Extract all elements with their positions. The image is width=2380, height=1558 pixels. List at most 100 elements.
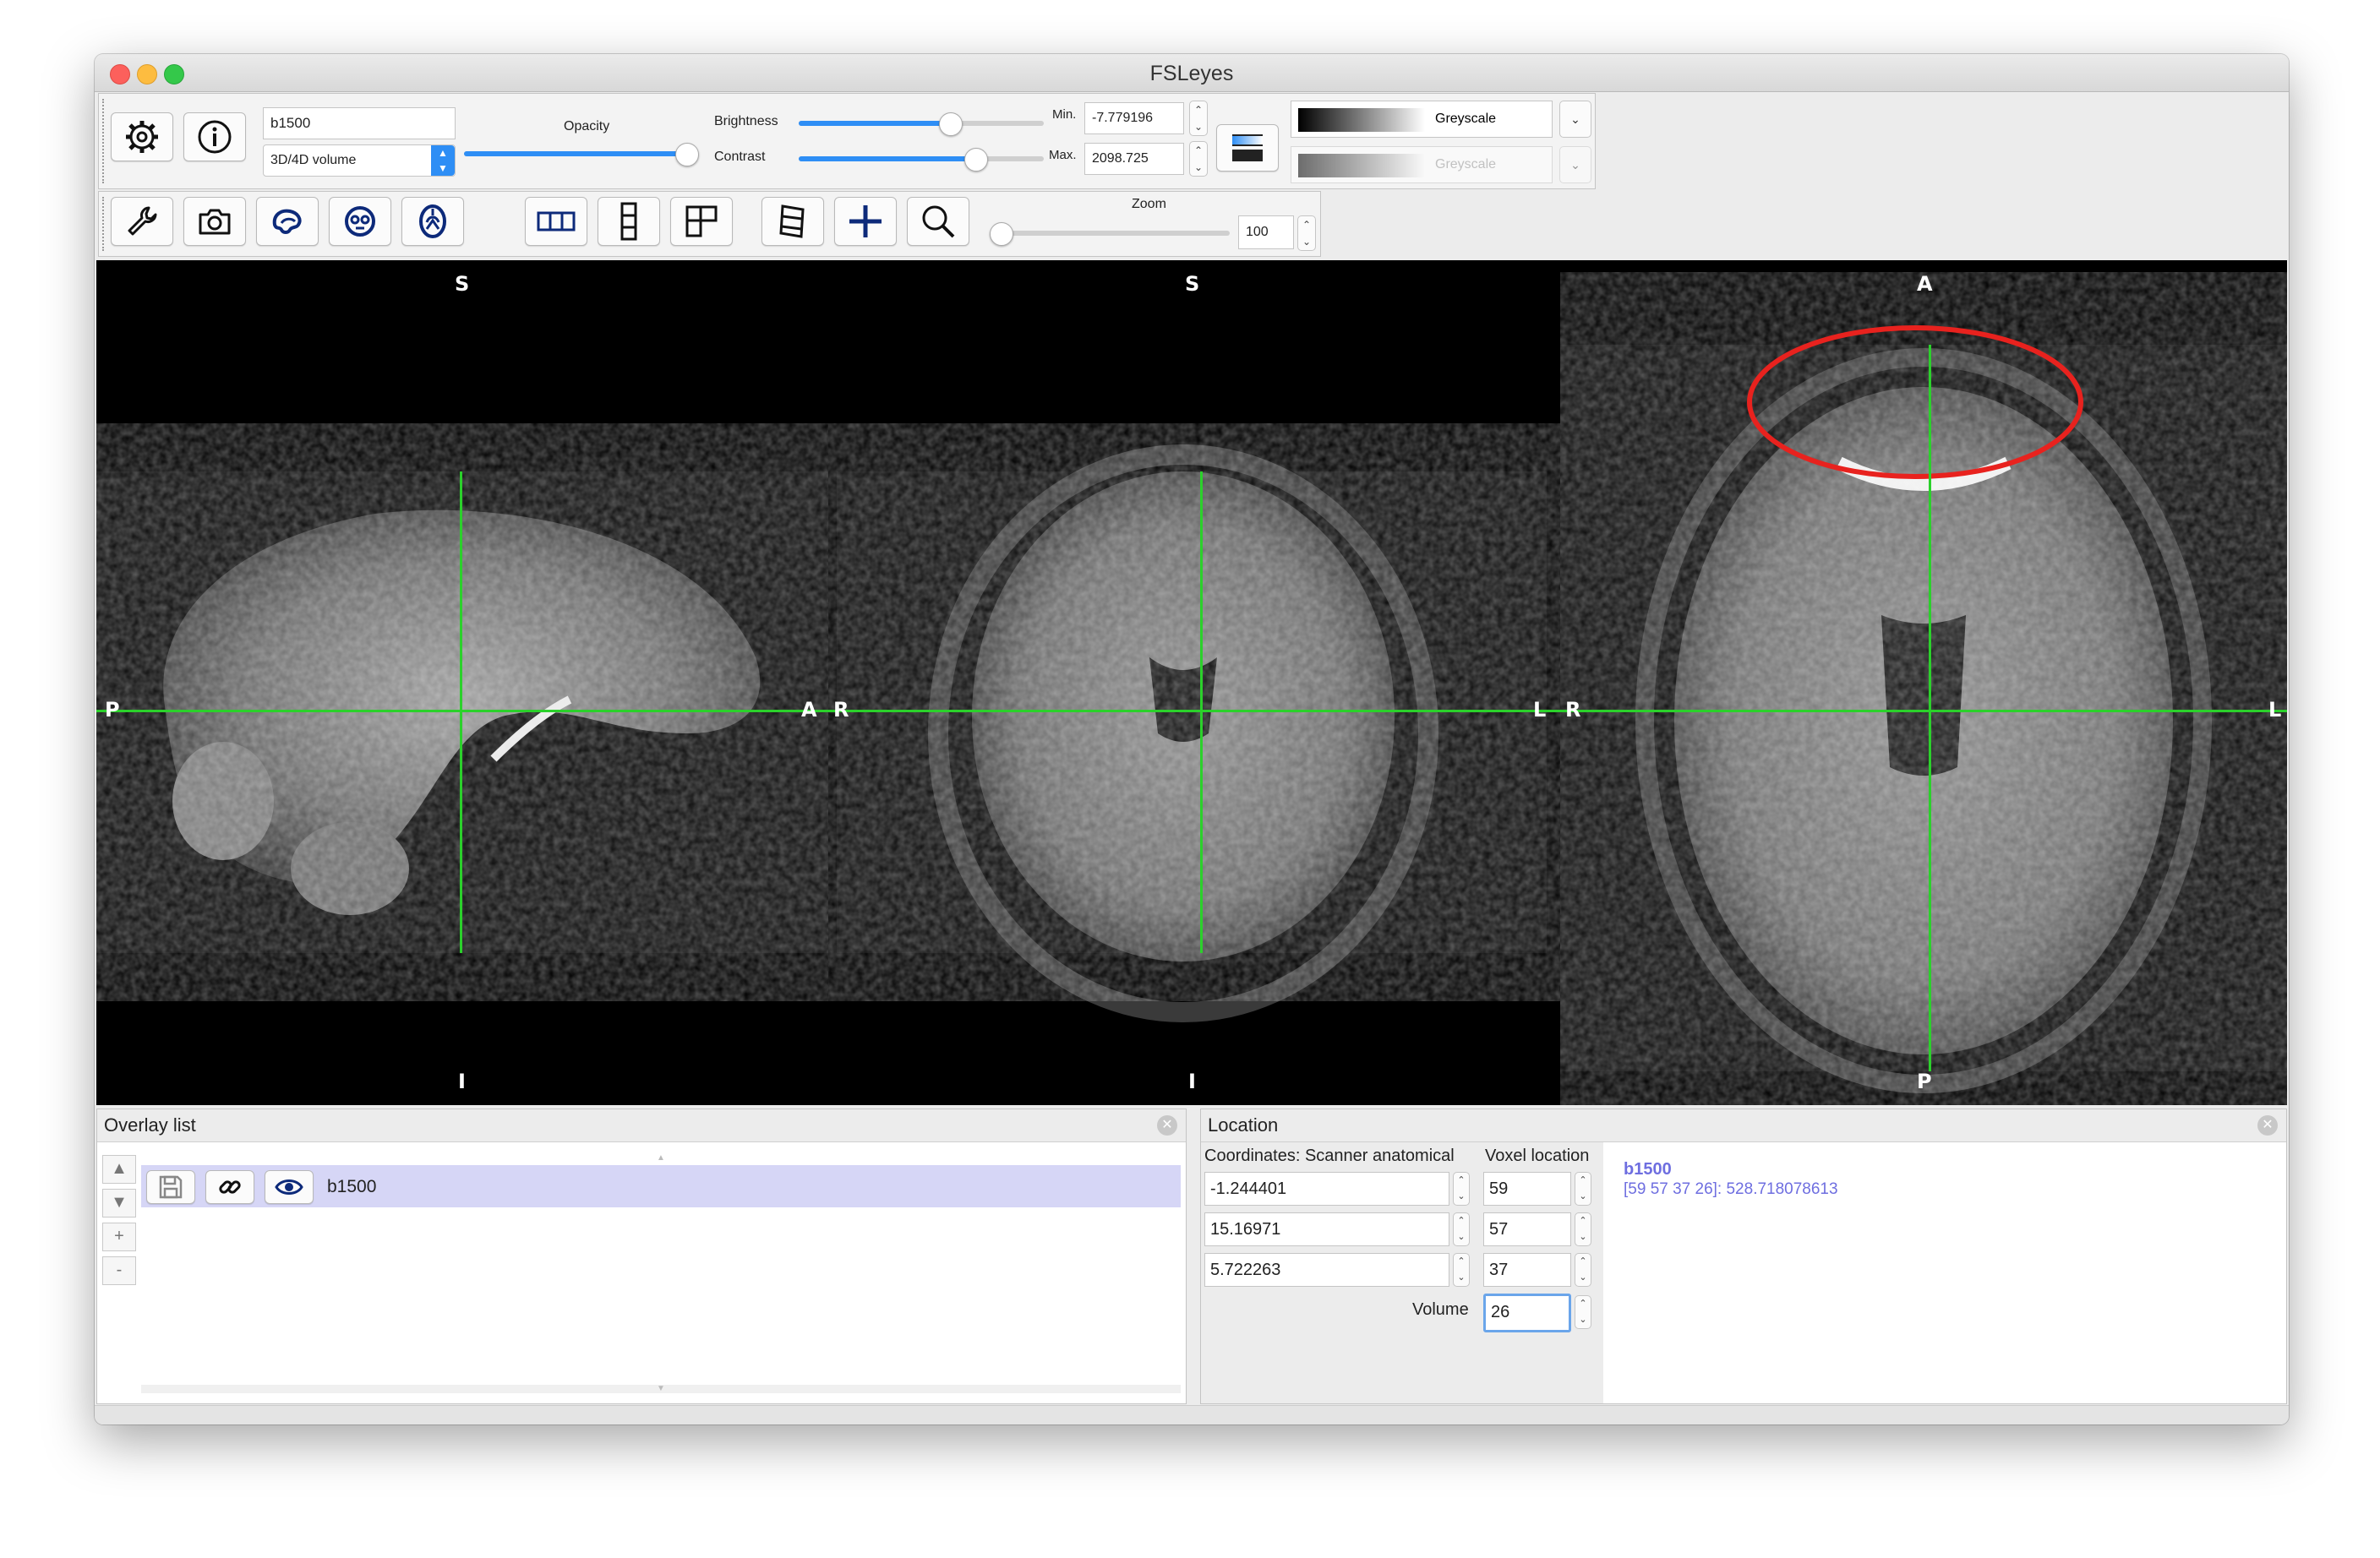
horizontal-layout-button[interactable]: [525, 197, 587, 246]
axial-cursor-vertical: [1929, 345, 1931, 1071]
overlay-list-scrollbar-bottom[interactable]: ▼: [141, 1385, 1181, 1393]
coord-x-stepper[interactable]: ⌃ ⌄: [1453, 1172, 1470, 1206]
add-overlay-button[interactable]: +: [102, 1223, 136, 1251]
reset-zoom-button[interactable]: [907, 197, 969, 246]
screenshot-button[interactable]: [183, 197, 246, 246]
fsleyes-window: FSLeyes b1500 3D/4D volume ▲ ▼ Opacity Br…: [95, 54, 2289, 1425]
coord-y-stepper[interactable]: ⌃ ⌄: [1453, 1212, 1470, 1246]
coord-y-field[interactable]: 15.16971: [1204, 1212, 1449, 1246]
voxel-z-field[interactable]: 37: [1483, 1253, 1571, 1287]
min-value-field[interactable]: -7.779196: [1084, 102, 1184, 134]
brightness-slider-knob[interactable]: [939, 112, 963, 136]
contrast-slider-knob[interactable]: [964, 148, 988, 172]
toggle-sagittal-button[interactable]: [256, 197, 319, 246]
overlay-list-title: Overlay list: [97, 1109, 1186, 1142]
negative-colormap-dropdown-button[interactable]: ⌄: [1559, 146, 1591, 183]
chevron-down-icon: ⌄: [1570, 112, 1580, 126]
zoom-slider[interactable]: [990, 222, 1230, 246]
overlay-type-select[interactable]: 3D/4D volume ▲ ▼: [263, 144, 456, 177]
move-overlay-up-button[interactable]: ▲: [102, 1155, 136, 1184]
contrast-slider[interactable]: [799, 148, 1044, 172]
zoom-label: Zoom: [1132, 197, 1166, 211]
max-value-stepper[interactable]: ⌃ ⌄: [1189, 141, 1208, 177]
voxel-z-stepper[interactable]: ⌃ ⌄: [1575, 1253, 1591, 1287]
negative-colormap-preview: [1298, 154, 1425, 177]
brightness-label: Brightness: [714, 114, 778, 128]
negative-colormap-name: Greyscale: [1435, 157, 1497, 172]
toolbar-grip[interactable]: [102, 99, 107, 183]
save-overlay-button[interactable]: [146, 1170, 195, 1204]
voxel-x-stepper[interactable]: ⌃ ⌄: [1575, 1172, 1591, 1206]
voxel-y-stepper[interactable]: ⌃ ⌄: [1575, 1212, 1591, 1246]
coronal-right-label: L: [1533, 698, 1547, 722]
magnifier-icon: [922, 205, 955, 238]
info-icon: [198, 120, 232, 154]
zoom-stepper[interactable]: ⌃ ⌄: [1297, 215, 1316, 251]
movie-mode-button[interactable]: [761, 197, 824, 246]
coord-z-stepper[interactable]: ⌃ ⌄: [1453, 1253, 1470, 1287]
volume-field[interactable]: 26: [1483, 1294, 1571, 1332]
colormap-dropdown-button[interactable]: ⌄: [1559, 101, 1591, 138]
close-overlay-list-button[interactable]: ✕: [1157, 1115, 1177, 1136]
sagittal-left-label: P: [105, 698, 120, 722]
overlay-list-item[interactable]: b1500: [141, 1165, 1181, 1207]
min-label: Min.: [1052, 107, 1077, 122]
contrast-slider-fill: [799, 156, 973, 161]
coronal-bottom-label: I: [1188, 1070, 1196, 1093]
invert-colormap-button[interactable]: [1216, 124, 1279, 172]
film-strip-icon: [779, 204, 805, 238]
opacity-slider-fill: [464, 151, 684, 156]
close-location-button[interactable]: ✕: [2257, 1115, 2278, 1136]
overlay-settings-button[interactable]: [111, 112, 173, 161]
overlay-item-name: b1500: [327, 1177, 377, 1196]
coord-x-field[interactable]: -1.244401: [1204, 1172, 1449, 1206]
overlay-name-field[interactable]: b1500: [263, 107, 456, 139]
coronal-slice-image[interactable]: [828, 260, 1560, 1105]
min-value-stepper[interactable]: ⌃ ⌄: [1189, 101, 1208, 136]
toggle-cursor-button[interactable]: [834, 197, 897, 246]
chevron-down-icon: ⌄: [1570, 157, 1580, 172]
overlay-info-button[interactable]: [183, 112, 246, 161]
voxel-y-field[interactable]: 57: [1483, 1212, 1571, 1246]
max-value-field[interactable]: 2098.725: [1084, 143, 1184, 175]
link-overlay-button[interactable]: [205, 1170, 254, 1204]
coord-z-field[interactable]: 5.722263: [1204, 1253, 1449, 1287]
ortho-toolbar: Zoom 100 ⌃ ⌄: [98, 191, 1321, 257]
window-title: FSLeyes: [1149, 62, 1234, 85]
zoom-value-field[interactable]: 100: [1238, 215, 1294, 249]
colormap-select[interactable]: Greyscale: [1291, 101, 1553, 138]
negative-colormap-select[interactable]: Greyscale: [1291, 146, 1553, 183]
overlay-list-scrollbar[interactable]: ▲: [141, 1154, 1181, 1163]
crosshair-plus-icon: [849, 205, 882, 237]
zoom-slider-knob[interactable]: [990, 222, 1013, 246]
view-settings-button[interactable]: [111, 197, 173, 246]
colormap-name: Greyscale: [1435, 112, 1497, 126]
move-overlay-down-button[interactable]: ▼: [102, 1189, 136, 1218]
brightness-slider[interactable]: [799, 112, 1044, 136]
voxel-location-label: Voxel location: [1485, 1147, 1590, 1165]
voxel-x-field[interactable]: 59: [1483, 1172, 1571, 1206]
location-title: Location: [1201, 1109, 2286, 1142]
sagittal-slice-image[interactable]: [96, 260, 828, 1105]
toolbar-grip[interactable]: [102, 197, 107, 251]
coronal-left-label: R: [833, 698, 849, 722]
vertical-layout-button[interactable]: [598, 197, 660, 246]
volume-stepper[interactable]: ⌃ ⌄: [1575, 1295, 1591, 1329]
toggle-axial-button[interactable]: [401, 197, 464, 246]
coronal-top-label: S: [1185, 272, 1200, 296]
gear-icon: [126, 121, 158, 153]
opacity-slider[interactable]: [464, 143, 699, 166]
grid-layout-button[interactable]: [670, 197, 733, 246]
status-bar: [95, 1405, 2289, 1425]
ortho-view-canvas[interactable]: S I P A S I R L A P R L: [96, 260, 2287, 1105]
close-icon: ✕: [1161, 1118, 1173, 1132]
brightness-slider-fill: [799, 121, 947, 126]
axial-slice-image[interactable]: [1560, 260, 2287, 1105]
toggle-coronal-button[interactable]: [329, 197, 391, 246]
colormap-preview: [1298, 108, 1425, 132]
select-arrows-icon: ▲ ▼: [431, 145, 455, 176]
opacity-slider-knob[interactable]: [675, 143, 699, 166]
contrast-label: Contrast: [714, 150, 766, 164]
toggle-visibility-button[interactable]: [265, 1170, 314, 1204]
remove-overlay-button[interactable]: -: [102, 1256, 136, 1285]
